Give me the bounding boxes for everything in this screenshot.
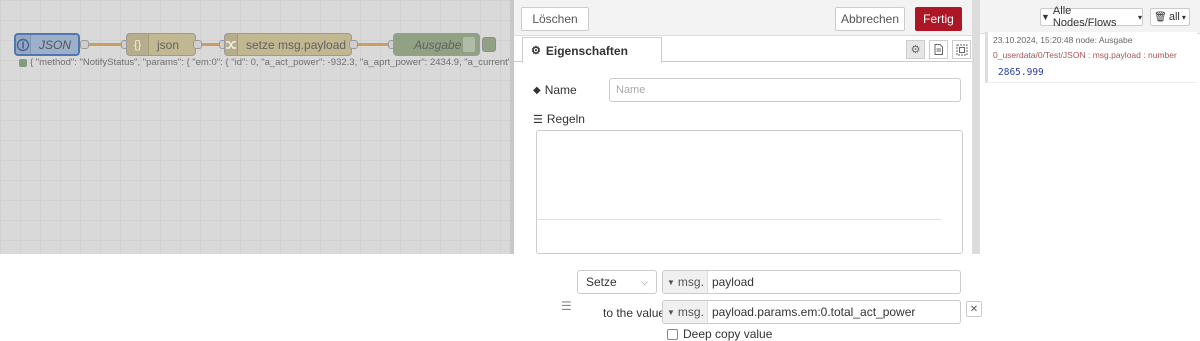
tab-label: Eigenschaften (545, 43, 628, 58)
rules-divider (536, 219, 941, 220)
message-value[interactable]: 2865.999 (993, 67, 1192, 78)
filter-label: Alle Nodes/Flows (1052, 5, 1117, 29)
caret-down-icon: ▼ (667, 277, 675, 287)
name-label: ◆ Name (533, 83, 577, 97)
name-label-text: Name (544, 83, 577, 97)
cancel-button[interactable]: Abbrechen (835, 7, 905, 31)
description-tab-icon[interactable] (929, 40, 948, 59)
action-select[interactable]: Setze ⌵ (577, 270, 657, 294)
caret-down-icon: ▾ (1181, 12, 1186, 22)
rules-list[interactable]: ☰ Setze ⌵ ▼ msg. payload to the value ▼ … (536, 130, 982, 341)
message-topic[interactable]: 0_userdata/0/Test/JSON : msg.payload : n… (993, 50, 1192, 60)
clear-button[interactable]: 🗑 all ▾ (1150, 8, 1190, 26)
list-icon: ☰ (533, 113, 543, 126)
canvas-overlay (0, 0, 510, 254)
rules-label-text: Regeln (546, 112, 585, 126)
caret-down-icon: ▼ (667, 307, 675, 317)
clear-label: all (1168, 11, 1180, 23)
value-property-input[interactable]: ▼ msg. payload.params.em:0.total_act_pow… (662, 300, 961, 324)
filter-button[interactable]: ▼ Alle Nodes/Flows ▾ (1040, 5, 1143, 29)
done-button[interactable]: Fertig (915, 7, 962, 31)
type-label: msg. (677, 275, 704, 289)
tab-properties[interactable]: ⚙ Eigenschaften (522, 37, 662, 63)
type-selector[interactable]: ▼ msg. (663, 301, 708, 323)
filter-icon: ▼ (1041, 12, 1050, 22)
flow-canvas[interactable]: JSON {} json setze msg.payload Ausgabe {… (0, 0, 510, 254)
type-selector[interactable]: ▼ msg. (663, 271, 708, 293)
deep-copy-label: Deep copy value (683, 327, 773, 341)
message-meta: 23.10.2024, 15:20:48 node: Ausgabe (993, 35, 1133, 45)
trash-icon: 🗑 (1154, 11, 1167, 23)
deep-copy-checkbox[interactable]: Deep copy value (667, 327, 772, 341)
remove-rule-button[interactable]: ✕ (966, 301, 982, 317)
to-value-label: to the value (603, 306, 666, 320)
target-property-input[interactable]: ▼ msg. payload (662, 270, 961, 294)
target-value[interactable]: payload (708, 275, 754, 289)
type-label: msg. (677, 305, 704, 319)
appearance-tab-icon[interactable] (952, 40, 971, 59)
rules-label: ☰ Regeln (533, 112, 585, 126)
chevron-down-icon: ⌵ (641, 276, 648, 287)
tag-icon: ◆ (533, 84, 541, 96)
drag-handle-icon[interactable]: ☰ (561, 299, 572, 313)
tray-toolbar: Löschen Abbrechen Fertig (514, 0, 972, 36)
action-select-value: Setze (586, 275, 617, 289)
settings-tab-icon[interactable]: ⚙ (906, 40, 925, 59)
checkbox-box[interactable] (667, 328, 678, 340)
source-value[interactable]: payload.params.em:0.total_act_power (708, 305, 915, 319)
gear-icon: ⚙ (531, 45, 541, 57)
tray-tab-bar: ⚙ Eigenschaften ⚙ (514, 37, 972, 63)
edit-tray: Löschen Abbrechen Fertig ⚙ Eigenschaften… (510, 0, 982, 341)
caret-down-icon: ▾ (1137, 12, 1142, 22)
name-input[interactable]: Name (609, 78, 961, 102)
delete-button[interactable]: Löschen (521, 7, 589, 31)
debug-panel: ▼ Alle Nodes/Flows ▾ 🗑 all ▾ 23.10.2024,… (980, 0, 1200, 254)
debug-toolbar: ▼ Alle Nodes/Flows ▾ 🗑 all ▾ (980, 0, 1200, 34)
debug-sidebar: ▼ Alle Nodes/Flows ▾ 🗑 all ▾ 23.10.2024,… (972, 0, 1200, 254)
debug-message[interactable]: 23.10.2024, 15:20:48 node: Ausgabe 0_use… (985, 32, 1197, 83)
